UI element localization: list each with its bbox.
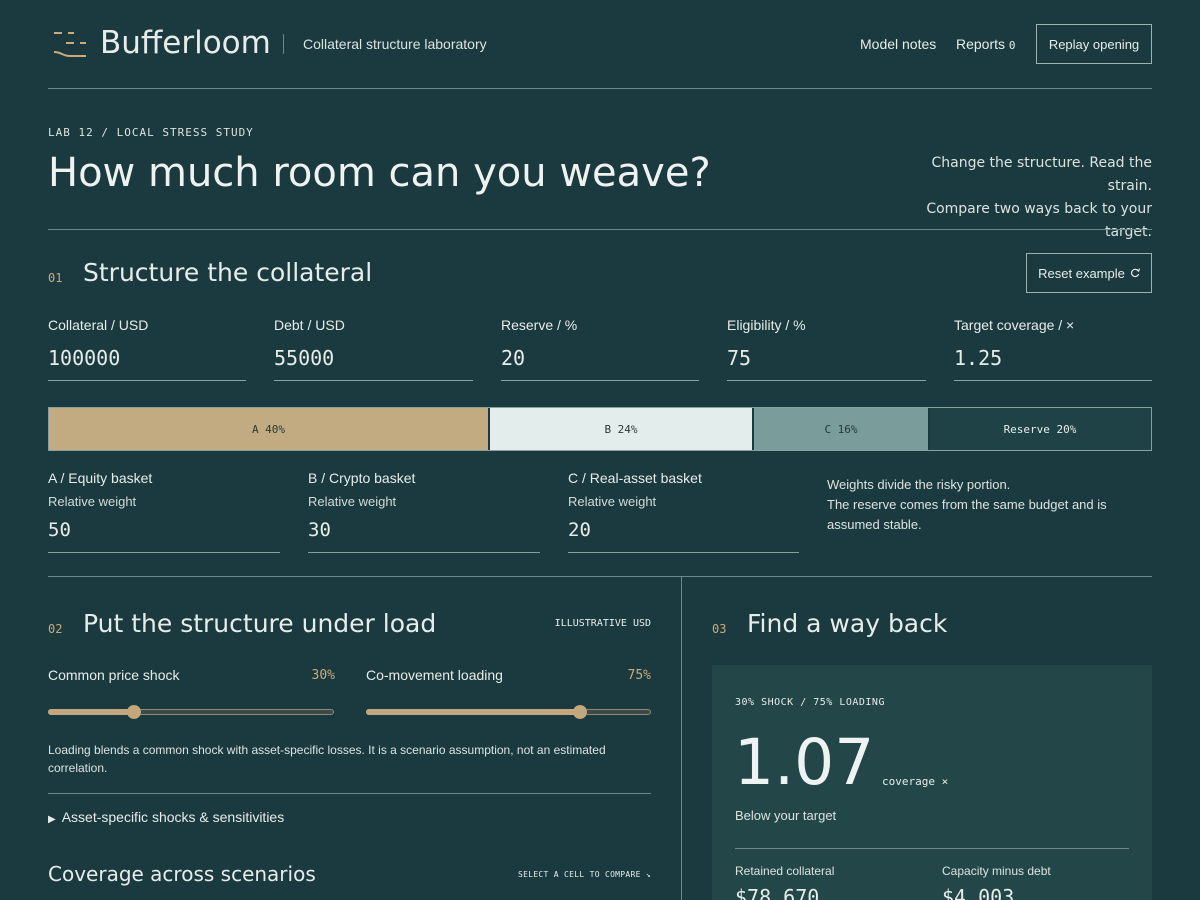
hero-eyebrow: LAB 12 / LOCAL STRESS STUDY: [48, 126, 254, 139]
capacity-minus-debt-value: $4,003: [942, 885, 1015, 900]
loading-slider-fill: [366, 709, 580, 715]
shock-slider-thumb[interactable]: [127, 705, 141, 719]
refresh-icon: [1130, 266, 1140, 281]
allocation-segment-reserve: Reserve 20%: [930, 408, 1150, 450]
reserve-input[interactable]: 20: [501, 346, 699, 381]
page-title: How much room can you weave?: [48, 150, 711, 196]
illustrative-tag: ILLUSTRATIVE USD: [554, 618, 651, 629]
shock-value: 30%: [311, 668, 335, 683]
weights-note: Weights divide the risky portion. The re…: [827, 475, 1152, 535]
hero-intro-line: Change the structure. Read the strain.: [931, 155, 1152, 194]
loading-value: 75%: [627, 668, 651, 683]
weights-note-line: assumed stable.: [827, 517, 922, 532]
shock-label: Common price shock: [48, 667, 180, 683]
reports-count-badge: 0: [1008, 39, 1016, 52]
capacity-minus-debt-label: Capacity minus debt: [942, 864, 1051, 878]
coverage-grid-title: Coverage across scenarios: [48, 862, 316, 886]
result-card: 30% SHOCK / 75% LOADING 1.07 coverage × …: [712, 665, 1152, 900]
brand-tagline: Collateral structure laboratory: [303, 36, 487, 52]
collateral-input[interactable]: 100000: [48, 346, 246, 381]
reserve-label: Reserve / %: [501, 317, 578, 333]
allocation-segment-a: A 40%: [49, 408, 490, 450]
eligibility-input[interactable]: 75: [727, 346, 926, 381]
reset-example-label: Reset example: [1038, 265, 1125, 281]
basket-b-weight-input[interactable]: 30: [308, 519, 540, 553]
basket-c-weight-input[interactable]: 20: [568, 519, 799, 553]
retained-collateral-label: Retained collateral: [735, 864, 835, 878]
triangle-right-icon: ▶: [48, 814, 56, 825]
hero-intro-line: Compare two ways back to your target.: [926, 201, 1152, 240]
basket-b-sub: Relative weight: [308, 494, 397, 509]
loading-explainer: Loading blends a common shock with asset…: [48, 741, 651, 777]
target-coverage-input[interactable]: 1.25: [954, 346, 1152, 381]
basket-a-weight-input[interactable]: 50: [48, 519, 280, 553]
shock-slider-fill: [48, 709, 134, 715]
basket-b-name: B / Crypto basket: [308, 470, 416, 486]
nav-model-notes[interactable]: Model notes: [860, 36, 936, 52]
scenario-label: 30% SHOCK / 75% LOADING: [735, 697, 885, 708]
coverage-value: 1.07: [734, 726, 875, 799]
hero-rule: [48, 229, 1152, 230]
section-title: Put the structure under load: [83, 609, 437, 638]
section-rule: [48, 576, 1152, 577]
weights-note-line: Weights divide the risky portion.: [827, 477, 1011, 492]
column-divider: [681, 576, 682, 900]
explainer-line: Loading blends a common shock with asset…: [48, 743, 606, 757]
reset-example-button[interactable]: Reset example: [1026, 253, 1152, 293]
allocation-segment-b: B 24%: [490, 408, 754, 450]
coverage-status: Below your target: [735, 808, 837, 823]
disclosure-rule: [48, 793, 651, 794]
brand-logo-icon: [52, 30, 88, 58]
basket-c-sub: Relative weight: [568, 494, 657, 509]
header-rule: [48, 88, 1152, 89]
section-title: Find a way back: [747, 609, 948, 638]
nav-reports-label: Reports: [956, 36, 1006, 52]
basket-a-sub: Relative weight: [48, 494, 137, 509]
allocation-bar: A 40% B 24% C 16% Reserve 20%: [48, 407, 1152, 451]
basket-a-name: A / Equity basket: [48, 470, 153, 486]
section-number: 02: [48, 622, 63, 636]
asset-shocks-disclosure[interactable]: ▶ Asset-specific shocks & sensitivities: [48, 809, 284, 825]
section-title: Structure the collateral: [83, 258, 373, 287]
target-coverage-label: Target coverage / ×: [954, 317, 1075, 333]
brand-name[interactable]: Bufferloom: [100, 25, 271, 61]
debt-input[interactable]: 55000: [274, 346, 473, 381]
allocation-segment-c: C 16%: [754, 408, 930, 450]
coverage-unit: coverage ×: [882, 775, 949, 788]
explainer-line: correlation.: [48, 761, 108, 775]
collateral-label: Collateral / USD: [48, 317, 149, 333]
loading-slider-thumb[interactable]: [573, 705, 587, 719]
loading-label: Co-movement loading: [366, 667, 503, 683]
debt-label: Debt / USD: [274, 317, 345, 333]
header-divider: [283, 34, 284, 54]
replay-opening-button[interactable]: Replay opening: [1036, 24, 1152, 64]
card-rule: [735, 848, 1129, 849]
basket-c-name: C / Real-asset basket: [568, 470, 702, 486]
section-number: 03: [712, 622, 727, 636]
disclosure-label: Asset-specific shocks & sensitivities: [61, 809, 285, 825]
eligibility-label: Eligibility / %: [727, 317, 806, 333]
retained-collateral-value: $78,670: [735, 885, 820, 900]
coverage-grid-hint: SELECT A CELL TO COMPARE ↘: [517, 870, 651, 879]
nav-reports[interactable]: Reports 0: [956, 36, 1016, 52]
hero-intro: Change the structure. Read the strain. C…: [888, 152, 1152, 244]
section-number: 01: [48, 271, 63, 285]
weights-note-line: The reserve comes from the same budget a…: [827, 497, 1107, 512]
